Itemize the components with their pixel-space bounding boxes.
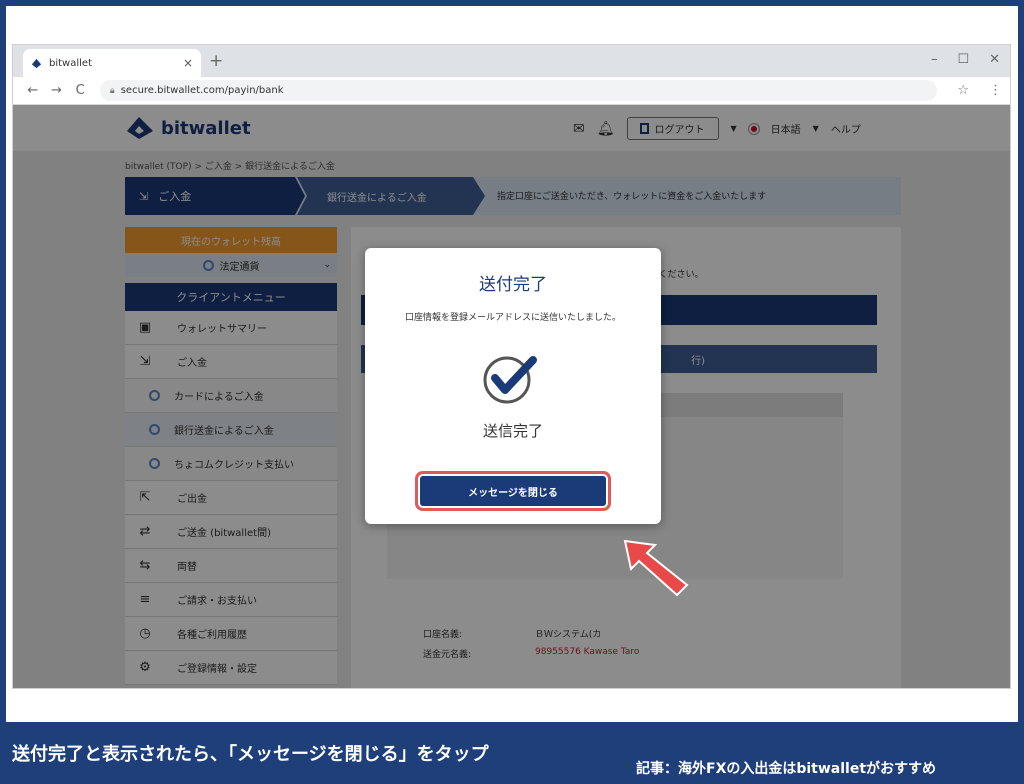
dialog-status: 送信完了 [482, 422, 543, 440]
instruction-caption: 送付完了と表示されたら、「メッセージを閉じる」をタップ [12, 744, 489, 765]
close-message-button[interactable]: メッセージを閉じる [420, 476, 606, 506]
send-complete-dialog: 送付完了 口座情報を登録メールアドレスに送信いたしました。 送信完了 メッセージ… [365, 248, 661, 524]
tab-strip: bitwallet × + – ☐ ✕ [13, 45, 1010, 77]
browser-window: bitwallet × + – ☐ ✕ ← → C 🔒︎ secure.bitw… [12, 44, 1011, 689]
url-text: secure.bitwallet.com/payin/bank [120, 85, 284, 96]
address-row: ← → C 🔒︎ secure.bitwallet.com/payin/bank… [13, 77, 1010, 105]
page-viewport: bitwallet ✉ 🔔︎ ログアウト ▼ 日本語 ▼ ヘルプ bitwall… [13, 105, 1010, 688]
tab-title: bitwallet [49, 57, 92, 69]
window-controls: – ☐ ✕ [931, 52, 1000, 67]
address-bar[interactable]: 🔒︎ secure.bitwallet.com/payin/bank [99, 80, 938, 101]
window-close-icon[interactable]: ✕ [989, 52, 1000, 67]
minimize-icon[interactable]: – [931, 52, 938, 67]
dialog-message: 口座情報を登録メールアドレスに送信いたしました。 [404, 313, 621, 323]
new-tab-button[interactable]: + [209, 51, 223, 71]
tab-close-icon[interactable]: × [183, 56, 193, 70]
browser-tab[interactable]: bitwallet × [23, 49, 201, 77]
back-icon[interactable]: ← [21, 83, 45, 98]
maximize-icon[interactable]: ☐ [957, 52, 969, 67]
forward-icon[interactable]: → [45, 83, 69, 98]
bookmark-star-icon[interactable]: ☆ [957, 83, 969, 98]
checkmark-icon [483, 356, 537, 404]
article-link[interactable]: 記事：海外FXの入出金はbitwalletがおすすめ [636, 758, 936, 778]
browser-menu-icon[interactable]: ⋮ [989, 83, 1002, 98]
bitwallet-favicon-icon [31, 58, 42, 68]
reload-icon[interactable]: C [68, 83, 92, 98]
pointer-arrow-icon [623, 539, 689, 597]
lock-icon: 🔒︎ [109, 85, 115, 96]
dialog-title: 送付完了 [479, 275, 547, 295]
